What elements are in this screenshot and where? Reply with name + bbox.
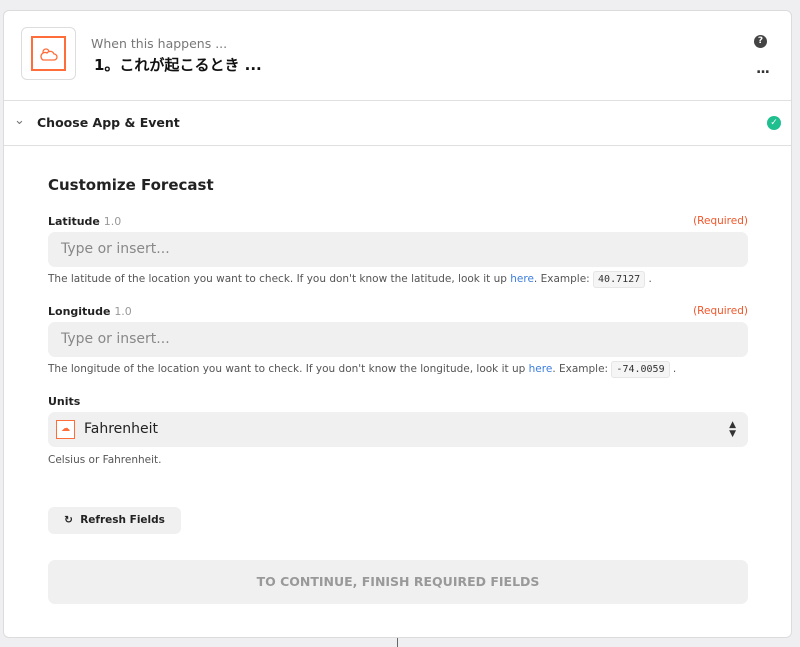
help-text: The longitude of the location you want t… <box>48 363 529 375</box>
version: 1.0 <box>103 215 122 228</box>
select-arrows-icon: ▲ ▼ <box>729 420 736 439</box>
latitude-label: Latitude 1.0 <box>48 215 121 228</box>
help-text: The latitude of the location you want to… <box>48 273 511 285</box>
check-icon: ✓ <box>767 116 781 130</box>
refresh-fields-button[interactable]: ↻ Refresh Fields <box>48 507 181 534</box>
longitude-input[interactable]: Type or insert... <box>48 322 748 357</box>
weather-cloud-sun-icon <box>31 36 66 71</box>
choose-app-event-section[interactable]: ⌄ Choose App & Event ✓ <box>4 101 791 146</box>
more-options-icon[interactable]: ... <box>756 61 770 77</box>
required-indicator: (Required) <box>693 215 748 227</box>
section-label: Choose App & Event <box>37 115 180 130</box>
label-text: Longitude <box>48 305 111 318</box>
units-label: Units <box>48 395 81 408</box>
example-code: -74.0059 <box>611 361 670 378</box>
form-title: Customize Forecast <box>48 176 214 194</box>
connector-line <box>397 638 398 647</box>
app-icon <box>21 27 76 80</box>
chevron-down-icon[interactable]: ⌄ <box>14 113 25 128</box>
label-text: Latitude <box>48 215 100 228</box>
button-label: Refresh Fields <box>80 514 165 526</box>
units-help: Celsius or Fahrenheit. <box>48 454 162 466</box>
longitude-help: The longitude of the location you want t… <box>48 361 677 378</box>
version: 1.0 <box>114 305 132 318</box>
help-text: . Example: <box>552 363 612 375</box>
help-text: . <box>669 363 677 375</box>
continue-button[interactable]: TO CONTINUE, FINISH REQUIRED FIELDS <box>48 560 748 604</box>
step-title[interactable]: 1。これが起こるとき ... <box>94 54 262 75</box>
help-icon[interactable]: ? <box>754 35 767 48</box>
units-select[interactable]: ☁ Fahrenheit ▲ ▼ <box>48 412 748 447</box>
refresh-icon: ↻ <box>64 514 73 526</box>
longitude-lookup-link[interactable]: here <box>529 363 553 375</box>
weather-app-icon: ☁ <box>56 420 75 439</box>
help-text: . Example: <box>533 273 594 285</box>
step-subtitle: When this happens ... <box>91 36 228 51</box>
required-indicator: (Required) <box>693 305 748 317</box>
longitude-label: Longitude 1.0 <box>48 305 132 318</box>
step-header[interactable]: When this happens ... 1。これが起こるとき ... ? .… <box>4 11 791 101</box>
example-code: 40.7127 <box>593 271 646 288</box>
help-text: . <box>645 273 652 285</box>
latitude-lookup-link[interactable]: here <box>510 273 534 285</box>
latitude-input[interactable]: Type or insert... <box>48 232 748 267</box>
latitude-help: The latitude of the location you want to… <box>48 271 652 288</box>
step-card: When this happens ... 1。これが起こるとき ... ? .… <box>3 10 792 638</box>
units-value: Fahrenheit <box>84 421 159 437</box>
